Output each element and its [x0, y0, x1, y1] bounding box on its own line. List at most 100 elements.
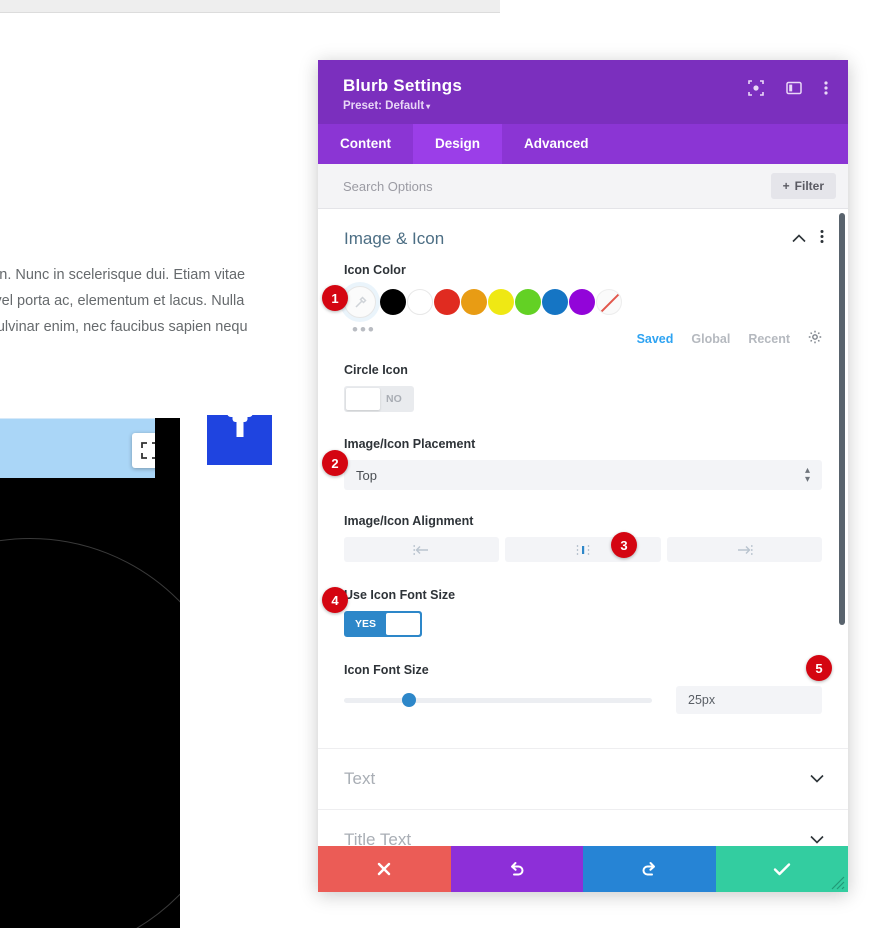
- layout-columns-icon[interactable]: [786, 80, 802, 96]
- icon-font-size-slider[interactable]: [344, 693, 652, 707]
- field-icon-font-size: Icon Font Size 25px: [318, 663, 848, 714]
- modal-tabs: Content Design Advanced: [318, 124, 848, 164]
- kebab-menu-icon[interactable]: [820, 229, 824, 249]
- field-circle-icon: Circle Icon NO: [318, 363, 848, 415]
- palette-tab-global[interactable]: Global: [691, 332, 730, 346]
- filter-label: Filter: [794, 179, 824, 193]
- color-swatch-row: [344, 286, 822, 318]
- section-image-and-icon-header[interactable]: Image & Icon: [318, 209, 848, 263]
- focus-target-icon[interactable]: [748, 80, 764, 96]
- plus-icon: +: [782, 179, 790, 193]
- resize-grip-icon[interactable]: [831, 876, 845, 890]
- pin-head: [232, 413, 247, 422]
- chevron-down-icon: ▾: [426, 102, 431, 111]
- preset-selector[interactable]: Preset: Default ▾: [343, 100, 826, 112]
- slider-handle[interactable]: [401, 693, 416, 707]
- palette-footer: Saved Global Recent: [318, 330, 848, 347]
- circle-icon-toggle[interactable]: NO: [344, 386, 414, 412]
- modal-header: Blurb Settings Preset: Default ▾: [318, 60, 848, 124]
- section-title-text[interactable]: Title Text: [318, 809, 848, 846]
- undo-icon: [510, 862, 524, 876]
- redo-button[interactable]: [583, 846, 716, 892]
- filter-button[interactable]: + Filter: [770, 173, 836, 199]
- field-use-icon-font-size: Use Icon Font Size YES: [318, 588, 848, 637]
- section-text[interactable]: Text: [318, 748, 848, 809]
- settings-scroll-area[interactable]: Image & Icon Icon Color ••• Saved Global…: [318, 209, 848, 846]
- swatch-purple[interactable]: [569, 289, 595, 315]
- annotation-badge-5: 5: [806, 655, 832, 681]
- undo-button[interactable]: [450, 846, 583, 892]
- swatch-blue[interactable]: [542, 289, 568, 315]
- gear-icon[interactable]: [808, 330, 822, 347]
- save-button[interactable]: [715, 846, 848, 892]
- toggle-knob: [346, 388, 380, 410]
- annotation-badge-2: 2: [322, 450, 348, 476]
- swatch-white[interactable]: [407, 289, 433, 315]
- section-text-label: Text: [344, 769, 376, 788]
- field-icon-color: Icon Color •••: [318, 263, 848, 340]
- tab-design[interactable]: Design: [413, 124, 503, 164]
- align-right-icon: [738, 544, 753, 555]
- palette-tab-group: Saved Global Recent: [637, 330, 822, 347]
- use-icon-font-size-toggle[interactable]: YES: [344, 611, 423, 637]
- circle-icon-label: Circle Icon: [344, 363, 408, 377]
- align-center-button[interactable]: [505, 537, 661, 562]
- annotation-badge-3: 3: [611, 532, 637, 558]
- paragraph-line: piscing elit.: [0, 340, 340, 366]
- icon-color-label: Icon Color: [344, 263, 406, 277]
- section-title-text-label: Title Text: [344, 830, 412, 846]
- kebab-menu-icon[interactable]: [824, 80, 828, 96]
- preset-label: Preset: Default: [343, 100, 425, 112]
- annotation-badge-1: 1: [322, 285, 348, 311]
- dark-content-panel: [0, 478, 180, 928]
- placement-label: Image/Icon Placement: [344, 437, 476, 451]
- icon-font-size-row: 25px: [344, 686, 822, 714]
- align-left-icon: [413, 544, 428, 555]
- panel-scrollbar[interactable]: [839, 213, 845, 625]
- paragraph-line: us ligula, ultricies vel porta ac, eleme…: [0, 293, 245, 309]
- swatch-red[interactable]: [434, 289, 460, 315]
- paragraph-line: us, lacus mauris pulvinar enim, nec fauc…: [0, 319, 248, 335]
- swatch-orange[interactable]: [461, 289, 487, 315]
- palette-tab-recent[interactable]: Recent: [748, 332, 790, 346]
- search-input[interactable]: [343, 178, 673, 194]
- swatch-transparent[interactable]: [596, 289, 622, 315]
- swatch-green[interactable]: [515, 289, 541, 315]
- annotation-badge-4: 4: [322, 587, 348, 613]
- select-arrows-icon: ▴ ▾: [804, 465, 810, 485]
- icon-font-size-input[interactable]: 25px: [676, 686, 822, 714]
- page-paragraph: rmentum accumsan. Nunc in scelerisque du…: [0, 262, 340, 366]
- toggle-state-label: YES: [355, 618, 377, 630]
- blurb-settings-modal: Blurb Settings Preset: Default ▾ Content…: [318, 60, 848, 892]
- section-title: Image & Icon: [344, 229, 445, 248]
- modal-action-bar: [318, 846, 848, 892]
- use-icon-font-size-label: Use Icon Font Size: [344, 588, 456, 602]
- palette-tab-saved[interactable]: Saved: [637, 332, 674, 346]
- chevron-down-icon: [810, 831, 824, 846]
- tab-advanced[interactable]: Advanced: [502, 124, 611, 164]
- align-center-icon: [576, 544, 590, 555]
- swatch-yellow[interactable]: [488, 289, 514, 315]
- align-right-button[interactable]: [666, 537, 822, 562]
- paragraph-line: rmentum accumsan. Nunc in scelerisque du…: [0, 267, 246, 283]
- close-icon: [378, 862, 391, 876]
- align-left-button[interactable]: [344, 537, 500, 562]
- chevron-down-icon: [810, 770, 824, 788]
- screen-root: rmentum accumsan. Nunc in scelerisque du…: [0, 0, 880, 928]
- search-row: + Filter: [318, 164, 848, 209]
- chevron-up-icon[interactable]: [792, 230, 806, 248]
- map-pin-icon: [207, 407, 272, 465]
- custom-color-swatch[interactable]: [344, 286, 376, 318]
- swatch-black[interactable]: [380, 289, 406, 315]
- cancel-button[interactable]: [318, 846, 451, 892]
- check-icon: [773, 863, 790, 876]
- field-image-icon-alignment: Image/Icon Alignment: [318, 514, 848, 562]
- tab-content[interactable]: Content: [318, 124, 413, 164]
- icon-font-size-value: 25px: [688, 693, 716, 707]
- toggle-knob: [386, 613, 421, 635]
- header-icon-group: [748, 80, 828, 96]
- alignment-button-group: [344, 537, 822, 562]
- placement-select[interactable]: Top ▴ ▾: [344, 460, 822, 490]
- icon-font-size-label: Icon Font Size: [344, 663, 429, 677]
- toggle-state-label: NO: [386, 393, 402, 405]
